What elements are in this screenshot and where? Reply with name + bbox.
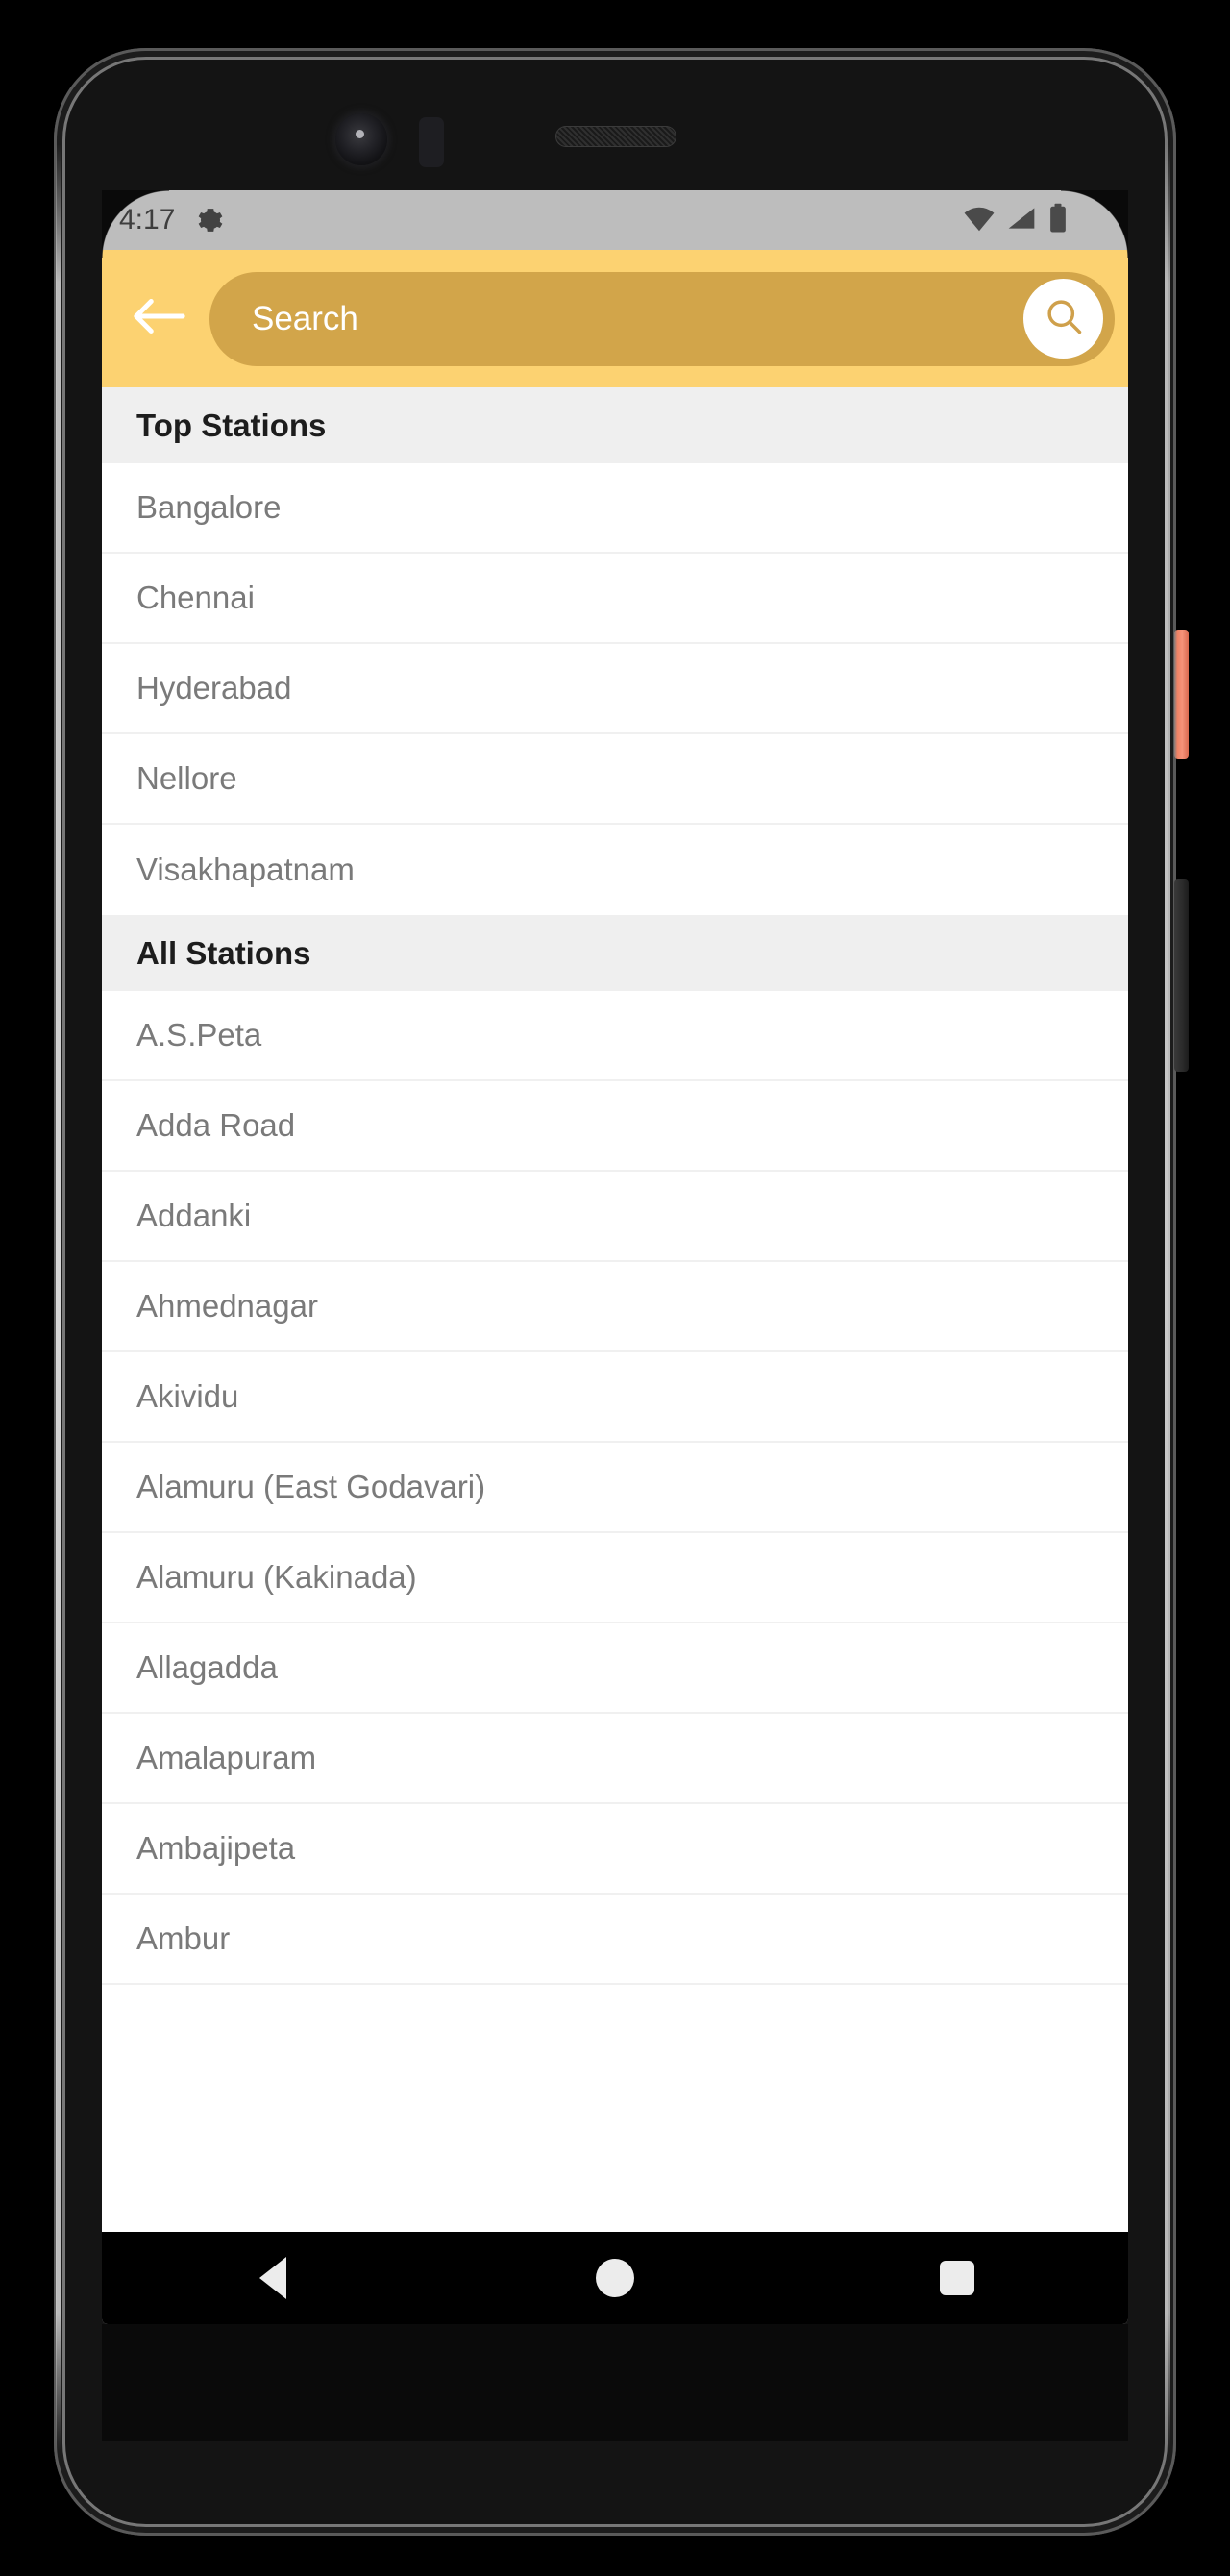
triangle-left-icon <box>259 2257 286 2299</box>
list-item[interactable]: Visakhapatnam <box>102 825 1128 915</box>
list-item[interactable]: Amalapuram <box>102 1714 1128 1804</box>
volume-rocker-button[interactable] <box>1174 879 1189 1072</box>
power-button[interactable] <box>1174 630 1189 759</box>
arrow-left-icon <box>131 295 186 342</box>
cellular-signal-icon <box>1006 205 1037 236</box>
list-item[interactable]: Nellore <box>102 734 1128 825</box>
android-navigation-bar <box>102 2232 1128 2324</box>
list-item[interactable]: Ambur <box>102 1895 1128 1985</box>
section-header-top-stations: Top Stations <box>102 387 1128 463</box>
status-bar-clock: 4:17 <box>119 204 176 235</box>
list-item[interactable]: Bangalore <box>102 463 1128 554</box>
nav-home-button[interactable] <box>557 2232 673 2324</box>
search-icon <box>1043 295 1085 342</box>
status-bar-icons <box>963 203 1105 238</box>
earpiece-speaker-grille <box>555 126 676 147</box>
list-item[interactable]: Allagadda <box>102 1623 1128 1714</box>
front-camera-lens <box>335 113 387 165</box>
nav-recents-button[interactable] <box>899 2232 1015 2324</box>
status-bar: 4:17 <box>102 190 1128 250</box>
list-item[interactable]: Ahmednagar <box>102 1262 1128 1352</box>
list-item[interactable]: Chennai <box>102 554 1128 644</box>
list-item[interactable]: Addanki <box>102 1172 1128 1262</box>
search-field-container[interactable] <box>209 271 1115 366</box>
list-item[interactable]: Alamuru (East Godavari) <box>102 1443 1128 1533</box>
wifi-icon <box>963 205 996 236</box>
battery-full-icon <box>1047 203 1069 238</box>
list-item[interactable]: Adda Road <box>102 1081 1128 1172</box>
square-icon <box>940 2261 974 2295</box>
section-header-all-stations: All Stations <box>102 915 1128 991</box>
gear-icon <box>196 206 225 235</box>
list-item[interactable]: Akividu <box>102 1352 1128 1443</box>
phone-bottom-chin <box>102 2324 1128 2441</box>
phone-screen: 4:17 Search Top Stations Bangalore Chenn… <box>102 190 1128 2324</box>
list-item[interactable]: Hyderabad <box>102 644 1128 734</box>
list-item[interactable]: Alamuru (Kakinada) <box>102 1533 1128 1623</box>
search-app-bar <box>102 250 1128 387</box>
proximity-sensor <box>419 117 444 167</box>
bezel-highlight-left <box>56 144 62 2451</box>
search-input[interactable] <box>252 289 1023 348</box>
list-item[interactable]: A.S.Peta <box>102 991 1128 1081</box>
list-item[interactable]: Ambajipeta <box>102 1804 1128 1895</box>
back-button[interactable] <box>127 287 190 351</box>
station-list[interactable]: Top Stations Bangalore Chennai Hyderabad… <box>102 387 1128 2045</box>
circle-icon <box>596 2259 634 2297</box>
bezel-highlight-right <box>1165 144 1170 2451</box>
search-submit-button[interactable] <box>1023 279 1103 359</box>
nav-back-button[interactable] <box>215 2232 331 2324</box>
